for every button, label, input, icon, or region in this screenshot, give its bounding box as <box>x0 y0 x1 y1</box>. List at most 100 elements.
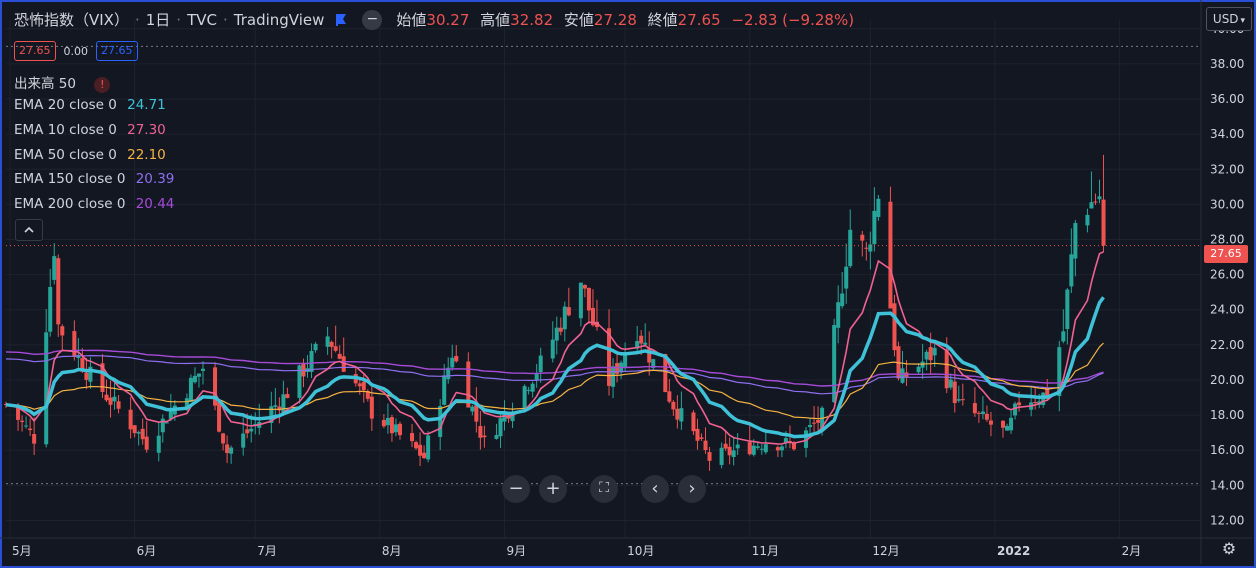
ohlc-readout: 始値30.27 高値32.82 安値27.28 終値27.65 −2.83 (−… <box>396 9 860 30</box>
candle-body <box>562 306 567 330</box>
candle-body <box>160 418 165 433</box>
y-tick-label: 26.00 <box>1210 268 1244 282</box>
candle-body <box>144 436 149 450</box>
candle-body <box>611 366 616 387</box>
candle-body <box>474 405 479 422</box>
candle-body <box>285 394 290 399</box>
candle-body <box>369 396 374 419</box>
x-tick-label: 2月 <box>1122 544 1142 558</box>
candle-body <box>900 368 905 383</box>
candle-body <box>1069 254 1074 287</box>
minus-icon[interactable]: − <box>502 475 530 503</box>
candle-body <box>132 425 137 434</box>
gear-icon[interactable]: ⚙ <box>1220 540 1238 558</box>
separator: · <box>176 10 182 29</box>
candle-body <box>156 435 161 453</box>
candle-body <box>976 412 981 414</box>
candle-body <box>578 282 583 319</box>
legend-ema-20[interactable]: EMA 20 close 0 24.71 <box>14 97 166 113</box>
chevron-right-icon[interactable]: › <box>678 475 706 503</box>
candle-body <box>956 399 961 401</box>
exclamation-icon[interactable]: ! <box>94 77 111 93</box>
candle-body <box>860 234 865 241</box>
y-tick-label: 22.00 <box>1210 338 1244 352</box>
indicator-value: 22.10 <box>127 147 166 163</box>
candle-body <box>225 444 230 453</box>
symbol-title[interactable]: 恐怖指数（VIX） <box>14 9 129 30</box>
candle-body <box>952 381 957 404</box>
currency-selector[interactable]: USD ▾ <box>1206 7 1252 31</box>
candle-body <box>20 420 25 422</box>
minus-circle-icon[interactable]: − <box>362 9 383 30</box>
candle-body <box>703 440 708 451</box>
candle-body <box>916 366 921 373</box>
x-tick-label: 6月 <box>137 544 157 558</box>
candle-body <box>924 351 929 360</box>
candle-body <box>381 419 386 427</box>
currency-label: USD <box>1212 12 1239 26</box>
candle-body <box>52 256 57 280</box>
source-label: TradingView <box>233 10 325 29</box>
plus-icon[interactable]: + <box>539 475 567 503</box>
indicator-value: 20.44 <box>135 196 175 212</box>
candle-body <box>422 452 427 459</box>
candle-body <box>196 373 201 377</box>
buy-price-badge[interactable]: 27.65 <box>96 41 138 61</box>
candle-body <box>530 383 535 392</box>
change-value: −2.83 (−9.28%) <box>731 11 855 29</box>
candle-body <box>229 447 234 454</box>
candle-body <box>735 444 740 449</box>
candle-body <box>140 428 145 440</box>
legend-ema-50[interactable]: EMA 50 close 0 22.10 <box>14 147 166 163</box>
legend-ema-200[interactable]: EMA 200 close 0 20.44 <box>14 196 174 212</box>
candle-body <box>128 409 133 430</box>
legend-ema-150[interactable]: EMA 150 close 0 20.39 <box>14 171 174 187</box>
candle-body <box>478 426 483 438</box>
reset-view-icon[interactable]: ⛶ <box>590 475 618 503</box>
candle-body <box>586 287 591 311</box>
candle-body <box>221 433 226 444</box>
candle-body <box>727 446 732 456</box>
y-tick-label: 20.00 <box>1210 373 1244 387</box>
candle-body <box>200 368 205 371</box>
interval-label[interactable]: 1日 <box>146 9 171 30</box>
candle-body <box>329 341 334 347</box>
candle-body <box>522 386 527 408</box>
candle-body <box>192 375 197 383</box>
candle-body <box>482 435 487 438</box>
candle-body <box>984 413 989 420</box>
legend-ema-10[interactable]: EMA 10 close 0 27.30 <box>14 122 166 138</box>
candle-body <box>48 286 53 332</box>
candle-body <box>470 406 475 412</box>
chevron-down-icon: ▾ <box>1240 16 1246 26</box>
candle-body <box>112 396 117 402</box>
price-badges: 27.65 0.00 27.65 <box>14 41 138 61</box>
candle-body <box>775 447 780 451</box>
candle-body <box>357 383 362 387</box>
sell-price-badge[interactable]: 27.65 <box>14 41 56 61</box>
candle-body <box>217 402 222 432</box>
candle-body <box>1073 223 1078 259</box>
x-tick-label: 2022 <box>997 544 1030 558</box>
candle-body <box>136 432 141 434</box>
x-tick-label: 11月 <box>752 544 779 558</box>
candle-body <box>719 447 724 465</box>
x-tick-label: 8月 <box>382 544 402 558</box>
candle-body <box>1089 202 1094 209</box>
candle-body <box>643 342 648 345</box>
candle-body <box>108 397 113 405</box>
price-chart[interactable]: 40.0038.0036.0034.0032.0030.0028.0026.00… <box>0 0 1256 568</box>
chevron-left-icon[interactable]: ‹ <box>641 475 669 503</box>
candle-body <box>679 408 684 422</box>
candle-body <box>410 433 415 442</box>
candle-body <box>60 326 65 336</box>
x-tick-label: 12月 <box>872 544 899 558</box>
chevron-up-icon[interactable] <box>15 219 43 241</box>
flag-icon[interactable] <box>334 13 348 27</box>
candle-body <box>313 343 318 351</box>
candle-body <box>494 435 499 439</box>
candle-body <box>639 335 644 344</box>
candle-body <box>876 198 881 217</box>
candle-body <box>164 422 169 424</box>
legend-volume[interactable]: 出来高 50 ! <box>14 72 111 93</box>
